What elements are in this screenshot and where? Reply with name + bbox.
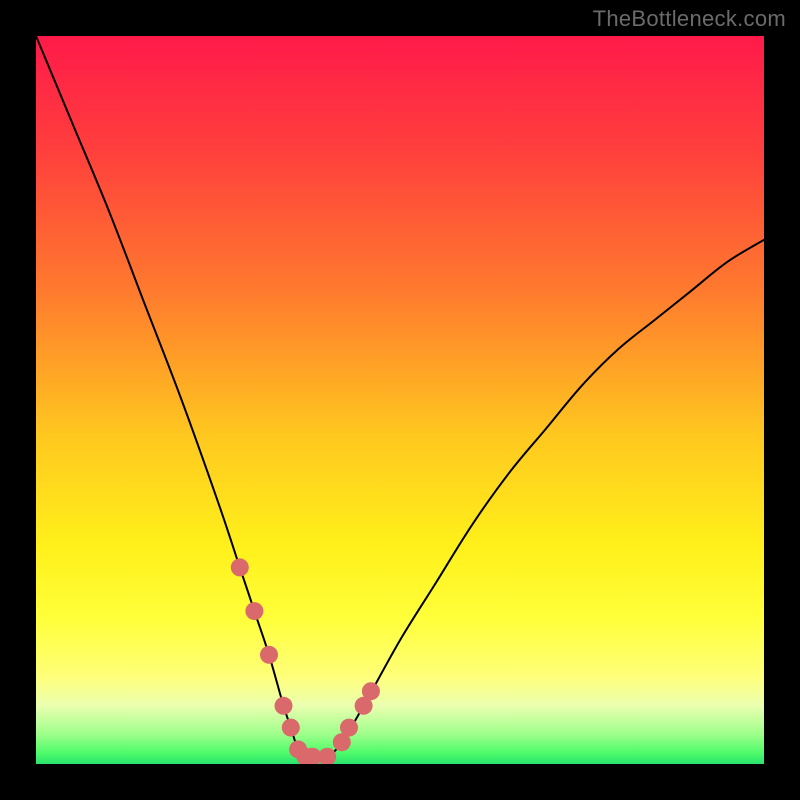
highlight-dot: [275, 697, 293, 715]
gradient-background: [36, 36, 764, 764]
highlight-dot: [245, 602, 263, 620]
highlight-dot: [340, 719, 358, 737]
highlight-dot: [362, 682, 380, 700]
plot-area: [36, 36, 764, 764]
chart-svg: [36, 36, 764, 764]
highlight-dot: [282, 719, 300, 737]
watermark-text: TheBottleneck.com: [593, 6, 786, 32]
highlight-dot: [231, 558, 249, 576]
highlight-dot: [260, 646, 278, 664]
chart-frame: TheBottleneck.com: [0, 0, 800, 800]
